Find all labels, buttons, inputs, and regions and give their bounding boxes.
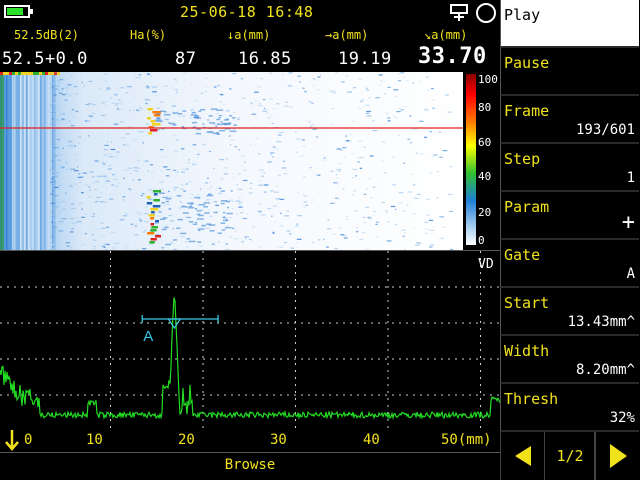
menu-item-label: Param: [504, 198, 550, 216]
gate-a-label: A: [143, 328, 153, 345]
sound-path-label: ↘a(mm): [424, 28, 468, 42]
menu-item-thresh[interactable]: Thresh 32%: [500, 384, 639, 432]
gain-label: 52.5dB(2): [14, 28, 80, 42]
menu-item-width[interactable]: Width 8.20mm^: [500, 336, 639, 384]
menu-item-frame[interactable]: Frame 193/601: [500, 96, 639, 144]
menu-item-param[interactable]: Param +: [500, 192, 639, 240]
ha-value: 87: [175, 49, 197, 69]
colorbar-tick: 20: [478, 206, 492, 219]
battery-icon: [4, 5, 33, 18]
colorbar-tick: 100: [478, 73, 498, 86]
left-arrow-icon: [515, 446, 531, 466]
menu-item-value: 32%: [609, 410, 635, 426]
menu-item-label: Play: [504, 6, 541, 24]
x-tick: 30: [270, 432, 287, 448]
menu-item-label: Step: [504, 150, 541, 168]
side-menu: Play Pause Frame 193/601 Step 1 Param + …: [500, 0, 640, 480]
gate-a-bar[interactable]: [141, 315, 219, 330]
page-indicator: 1/2: [544, 432, 596, 480]
menu-item-label: Width: [504, 342, 550, 360]
divider: [0, 452, 500, 453]
menu-item-label: Thresh: [504, 390, 559, 408]
amplitude-colorbar: [466, 74, 476, 245]
page-nav: 1/2: [500, 432, 640, 480]
menu-item-value: A: [626, 266, 635, 282]
gain-value: 52.5+0.0: [2, 49, 88, 69]
gate-peak-marker-icon: [167, 318, 182, 330]
menu-item-label: Start: [504, 294, 550, 312]
ha-label: Ha(%): [130, 28, 167, 42]
record-indicator-icon: [476, 3, 496, 23]
x-tick: 0: [24, 432, 33, 448]
menu-item-label: Frame: [504, 102, 550, 120]
depth-value: 16.85: [238, 49, 292, 69]
next-page-button[interactable]: [594, 432, 640, 480]
menu-item-play[interactable]: Play: [500, 0, 639, 48]
ascan-waveform[interactable]: A: [0, 250, 500, 431]
menu-item-label: Gate: [504, 246, 541, 264]
ascan-grid: [0, 251, 500, 431]
menu-item-gate[interactable]: Gate A: [500, 240, 639, 288]
menu-item-value: 13.43mm^: [567, 314, 635, 330]
colorbar-tick: 60: [478, 136, 492, 149]
cscan-image[interactable]: [0, 72, 463, 250]
menu-item-step[interactable]: Step 1: [500, 144, 639, 192]
surface-distance-label: →a(mm): [325, 28, 369, 42]
menu-item-value: 1: [626, 170, 635, 186]
menu-item-value: 193/601: [575, 122, 635, 138]
x-tick: 10: [86, 432, 103, 448]
x-tick: 40: [363, 432, 380, 448]
x-tick: 20: [178, 432, 195, 448]
expand-plus-icon: +: [621, 210, 635, 235]
down-arrow-icon[interactable]: [4, 428, 20, 452]
datetime: 25-06-18 16:48: [180, 3, 314, 21]
colorbar-tick: 80: [478, 101, 492, 114]
right-arrow-icon: [610, 444, 627, 468]
menu-item-pause[interactable]: Pause: [500, 48, 639, 96]
mode-label: Browse: [224, 457, 276, 473]
x-tick: 50(mm): [441, 432, 492, 448]
sound-path-value: 33.70: [418, 44, 487, 69]
menu-item-start[interactable]: Start 13.43mm^: [500, 288, 639, 336]
usb-icon: [450, 4, 468, 21]
colorbar-tick: 40: [478, 170, 492, 183]
colorbar-tick: 0: [478, 234, 485, 247]
vd-label: VD: [478, 257, 494, 272]
ascan-trace: [0, 297, 500, 420]
menu-item-value: 8.20mm^: [575, 362, 635, 378]
depth-label: ↓a(mm): [227, 28, 271, 42]
prev-page-button[interactable]: [500, 432, 545, 480]
menu-item-label: Pause: [504, 54, 550, 72]
surface-distance-value: 19.19: [338, 49, 392, 69]
